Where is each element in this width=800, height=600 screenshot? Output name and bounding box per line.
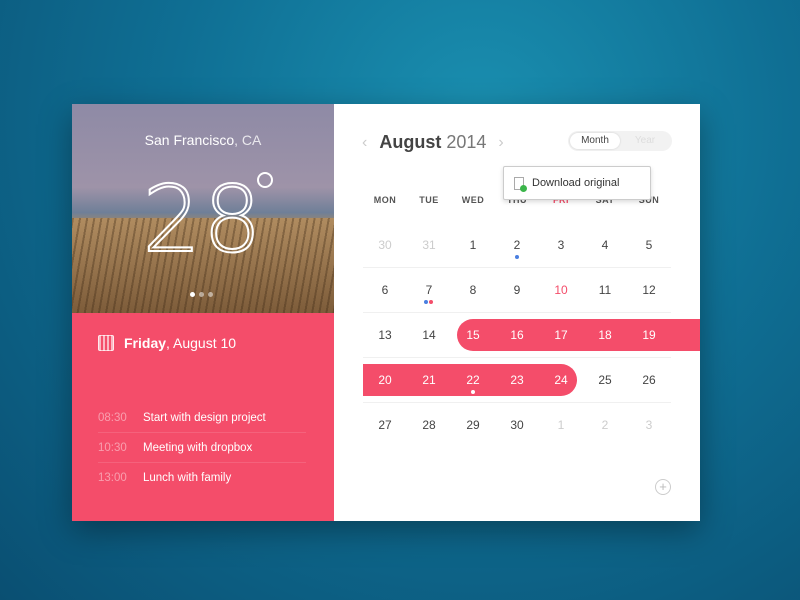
agenda-panel: Friday, August 10 08:30 Start with design… xyxy=(72,313,334,521)
day-cell[interactable]: 23 xyxy=(495,358,539,403)
day-cell[interactable]: 5 xyxy=(627,223,671,268)
download-label: Download original xyxy=(532,177,620,189)
weekday: Friday xyxy=(124,335,167,351)
degree-icon xyxy=(257,172,273,188)
day-cell[interactable]: 8 xyxy=(451,268,495,313)
weekday-mon: MON xyxy=(373,195,397,205)
day-cell[interactable]: 18 xyxy=(583,313,627,358)
day-cell[interactable]: 17 xyxy=(539,313,583,358)
week-row: 27 28 29 30 1 2 3 xyxy=(363,403,671,448)
day-cell[interactable]: 29 xyxy=(451,403,495,448)
day-cell[interactable]: 21 xyxy=(407,358,451,403)
add-event-button[interactable]: + xyxy=(655,479,671,495)
month-view-button[interactable]: Month xyxy=(570,133,620,149)
day-cell[interactable]: 16 xyxy=(495,313,539,358)
event-list: 08:30 Start with design project 10:30 Meet… xyxy=(98,403,306,493)
temperature: 28 xyxy=(72,165,334,274)
event-dot xyxy=(429,300,433,304)
day-cell[interactable]: 3 xyxy=(627,403,671,448)
weekday-tue: TUE xyxy=(419,195,439,205)
day-cell[interactable]: 1 xyxy=(539,403,583,448)
event-dot xyxy=(514,255,519,259)
city: San Francisco xyxy=(144,132,235,148)
page-dot[interactable] xyxy=(208,292,213,297)
day-cell[interactable]: 15 xyxy=(451,313,495,358)
selected-date: Friday, August 10 xyxy=(98,335,236,351)
view-toggle: Month Year xyxy=(568,131,672,151)
event-title: Meeting with dropbox xyxy=(143,441,253,454)
file-download-icon xyxy=(514,176,527,192)
event-item[interactable]: 08:30 Start with design project xyxy=(98,403,306,433)
day-cell[interactable]: 9 xyxy=(495,268,539,313)
week-row: 13 14 15 16 17 18 19 xyxy=(363,313,700,358)
day-cell[interactable]: 24 xyxy=(539,358,583,403)
day-cell[interactable]: 30 xyxy=(495,403,539,448)
event-item[interactable]: 13:00 Lunch with family xyxy=(98,463,306,493)
next-month-button[interactable]: › xyxy=(498,134,503,152)
weekday-wed: WED xyxy=(461,195,485,205)
day-cell[interactable]: 11 xyxy=(583,268,627,313)
event-time: 13:00 xyxy=(98,472,127,484)
state: , CA xyxy=(234,132,262,148)
month-title: August 2014 xyxy=(379,132,486,153)
event-title: Lunch with family xyxy=(143,472,232,484)
month-nav: ‹ August 2014 › xyxy=(362,132,504,153)
day-cell[interactable]: 26 xyxy=(627,358,671,403)
year: 2014 xyxy=(446,132,487,152)
day-cell[interactable]: 10 xyxy=(539,268,583,313)
calendar-panel: ‹ August 2014 › Month Year Download orig… xyxy=(334,104,700,521)
calendar-widget: San Francisco, CA 28 Friday, August 10 0… xyxy=(72,104,700,521)
left-panel: San Francisco, CA 28 Friday, August 10 0… xyxy=(72,104,334,521)
prev-month-button[interactable]: ‹ xyxy=(362,134,367,152)
event-time: 08:30 xyxy=(98,411,127,424)
day-cell[interactable]: 13 xyxy=(363,313,407,358)
week-row: 30 31 1 2 3 4 5 xyxy=(363,223,671,268)
day-cell[interactable]: 25 xyxy=(583,358,627,403)
download-original-menu-item[interactable]: Download original xyxy=(503,166,651,200)
day-cell[interactable]: 3 xyxy=(539,223,583,268)
day-cell[interactable]: 6 xyxy=(363,268,407,313)
day-cell[interactable]: 31 xyxy=(407,223,451,268)
page-dot[interactable] xyxy=(199,292,204,297)
event-dot xyxy=(424,300,428,304)
day-cell[interactable]: 19 xyxy=(627,313,671,358)
month: August xyxy=(379,132,442,152)
temperature-value: 28 xyxy=(141,165,264,274)
page-dot[interactable] xyxy=(190,292,195,297)
day-cell[interactable]: 30 xyxy=(363,223,407,268)
event-title: Start with design project xyxy=(143,411,266,424)
month-grid: 30 31 1 2 3 4 5 6 7 8 9 10 11 12 13 14 15 16 17 18 19 20 21 22 2… xyxy=(363,223,700,448)
city-label: San Francisco, CA xyxy=(72,132,334,148)
weather-photo: San Francisco, CA 28 xyxy=(72,104,334,313)
day-cell[interactable]: 1 xyxy=(451,223,495,268)
day-cell[interactable]: 2 xyxy=(583,403,627,448)
day-cell[interactable]: 4 xyxy=(583,223,627,268)
day-cell[interactable]: 2 xyxy=(495,223,539,268)
week-row: 6 7 8 9 10 11 12 xyxy=(363,268,671,313)
event-dot xyxy=(470,390,475,394)
date: , August 10 xyxy=(166,335,237,351)
day-cell[interactable]: 12 xyxy=(627,268,671,313)
event-time: 10:30 xyxy=(98,441,127,454)
day-cell[interactable]: 14 xyxy=(407,313,451,358)
day-cell[interactable]: 27 xyxy=(363,403,407,448)
day-cell[interactable]: 22 xyxy=(451,358,495,403)
day-cell[interactable]: 20 xyxy=(363,358,407,403)
page-dots[interactable] xyxy=(190,292,213,297)
event-item[interactable]: 10:30 Meeting with dropbox xyxy=(98,433,306,463)
year-view-button[interactable]: Year xyxy=(620,133,670,149)
calendar-icon xyxy=(98,335,114,351)
week-row: 20 21 22 23 24 25 26 xyxy=(363,358,671,403)
day-cell[interactable]: 7 xyxy=(407,268,451,313)
day-cell[interactable]: 28 xyxy=(407,403,451,448)
